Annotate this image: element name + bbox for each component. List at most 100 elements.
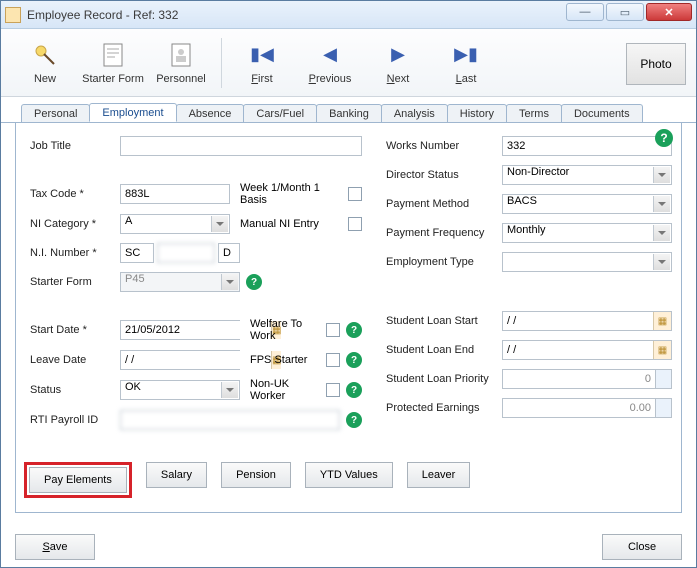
pay-method-label: Payment Method <box>380 198 502 210</box>
footer: Save Close <box>1 527 696 567</box>
prev-icon: ◀ <box>316 41 344 69</box>
starter-form-help-icon[interactable]: ? <box>246 274 262 290</box>
tax-code-label: Tax Code * <box>30 188 120 200</box>
close-button[interactable]: Close <box>602 534 682 560</box>
loan-end-field[interactable]: ▦ <box>502 340 672 360</box>
help-icon[interactable]: ? <box>655 129 673 147</box>
minimize-button[interactable]: — <box>566 3 604 21</box>
personnel-icon <box>167 41 195 69</box>
last-icon: ▶▮ <box>452 41 480 69</box>
toolbar-last[interactable]: ▶▮ Last <box>432 41 500 85</box>
calc-icon[interactable] <box>656 398 672 418</box>
tab-terms[interactable]: Terms <box>506 104 562 122</box>
job-title-input[interactable] <box>120 136 362 156</box>
ni-prefix-input[interactable] <box>120 243 154 263</box>
rti-help-icon[interactable]: ? <box>346 412 362 428</box>
director-label: Director Status <box>380 169 502 181</box>
status-select[interactable]: OK <box>120 380 240 400</box>
director-select[interactable]: Non-Director <box>502 165 672 185</box>
ni-number-label: N.I. Number * <box>30 247 120 259</box>
ni-category-select[interactable]: A <box>120 214 230 234</box>
ytd-button[interactable]: YTD Values <box>305 462 393 488</box>
ni-mid-input[interactable] <box>157 243 215 263</box>
tab-documents[interactable]: Documents <box>561 104 643 122</box>
pay-method-select[interactable]: BACS <box>502 194 672 214</box>
toolbar-next[interactable]: ▶ Next <box>364 41 432 85</box>
calendar-icon[interactable]: ▦ <box>653 341 671 359</box>
emp-type-select[interactable] <box>502 252 672 272</box>
rti-label: RTI Payroll ID <box>30 414 120 426</box>
fps-checkbox[interactable] <box>326 353 340 367</box>
nonuk-help-icon[interactable]: ? <box>346 382 362 398</box>
button-row: Pay Elements Salary Pension YTD Values L… <box>30 462 470 498</box>
protected-input[interactable] <box>502 398 656 418</box>
week1-checkbox[interactable] <box>348 187 362 201</box>
tab-personal[interactable]: Personal <box>21 104 90 122</box>
tab-cars-fuel[interactable]: Cars/Fuel <box>243 104 317 122</box>
save-button[interactable]: Save <box>15 534 95 560</box>
window-title: Employee Record - Ref: 332 <box>27 8 178 22</box>
loan-start-field[interactable]: ▦ <box>502 311 672 331</box>
pay-freq-select[interactable]: Monthly <box>502 223 672 243</box>
close-window-button[interactable]: ✕ <box>646 3 692 21</box>
tax-code-input[interactable] <box>120 184 230 204</box>
starter-form-label: Starter Form <box>30 276 120 288</box>
emp-type-label: Employment Type <box>380 256 502 268</box>
nonuk-label: Non-UK Worker <box>240 378 326 402</box>
start-date-label: Start Date * <box>30 324 120 336</box>
form-icon <box>99 41 127 69</box>
works-no-input[interactable] <box>502 136 672 156</box>
nonuk-checkbox[interactable] <box>326 383 340 397</box>
loan-priority-label: Student Loan Priority <box>380 373 502 385</box>
app-icon <box>5 7 21 23</box>
loan-start-label: Student Loan Start <box>380 315 502 327</box>
leaver-button[interactable]: Leaver <box>407 462 471 488</box>
tab-banking[interactable]: Banking <box>316 104 382 122</box>
loan-start-input[interactable] <box>503 312 653 330</box>
next-icon: ▶ <box>384 41 412 69</box>
first-icon: ▮◀ <box>248 41 276 69</box>
maximize-button[interactable]: ▭ <box>606 3 644 21</box>
works-no-label: Works Number <box>380 140 502 152</box>
protected-label: Protected Earnings <box>380 402 502 414</box>
calendar-icon[interactable]: ▦ <box>653 312 671 330</box>
fps-help-icon[interactable]: ? <box>346 352 362 368</box>
stepper-icon[interactable] <box>656 369 672 389</box>
starter-form-select[interactable]: P45 <box>120 272 240 292</box>
loan-priority-input[interactable] <box>502 369 656 389</box>
week1-label: Week 1/Month 1 Basis <box>240 182 348 206</box>
salary-button[interactable]: Salary <box>146 462 207 488</box>
welfare-label: Welfare To Work <box>240 318 326 342</box>
rti-input[interactable] <box>120 410 340 430</box>
toolbar-separator <box>221 38 222 88</box>
loan-end-label: Student Loan End <box>380 344 502 356</box>
welfare-help-icon[interactable]: ? <box>346 322 362 338</box>
titlebar[interactable]: Employee Record - Ref: 332 — ▭ ✕ <box>1 1 696 29</box>
tab-analysis[interactable]: Analysis <box>381 104 448 122</box>
pay-elements-button[interactable]: Pay Elements <box>29 467 127 493</box>
manual-ni-label: Manual NI Entry <box>240 218 348 230</box>
leave-date-label: Leave Date <box>30 354 120 366</box>
toolbar-starter-form[interactable]: Starter Form <box>79 41 147 85</box>
pay-elements-highlight: Pay Elements <box>24 462 132 498</box>
ni-suffix-input[interactable] <box>218 243 240 263</box>
start-date-field[interactable]: ▦ <box>120 320 240 340</box>
toolbar-previous[interactable]: ◀ Previous <box>296 41 364 85</box>
pension-button[interactable]: Pension <box>221 462 291 488</box>
manual-ni-checkbox[interactable] <box>348 217 362 231</box>
left-column: Job Title Tax Code * Week 1/Month 1 Basi… <box>30 135 362 435</box>
loan-end-input[interactable] <box>503 341 653 359</box>
status-label: Status <box>30 384 120 396</box>
toolbar-personnel[interactable]: Personnel <box>147 41 215 85</box>
leave-date-field[interactable]: ▦ <box>120 350 240 370</box>
right-column: Works Number Director Status Non-Directo… <box>380 135 672 435</box>
toolbar-first[interactable]: ▮◀ First <box>228 41 296 85</box>
tab-absence[interactable]: Absence <box>176 104 245 122</box>
pay-freq-label: Payment Frequency <box>380 227 502 239</box>
welfare-checkbox[interactable] <box>326 323 340 337</box>
tab-employment[interactable]: Employment <box>89 103 176 122</box>
tab-history[interactable]: History <box>447 104 507 122</box>
form-pane: ? Job Title Tax Code * Week 1/Month 1 Ba… <box>15 123 682 513</box>
toolbar-new[interactable]: New <box>11 41 79 85</box>
photo-button[interactable]: Photo <box>626 43 686 85</box>
